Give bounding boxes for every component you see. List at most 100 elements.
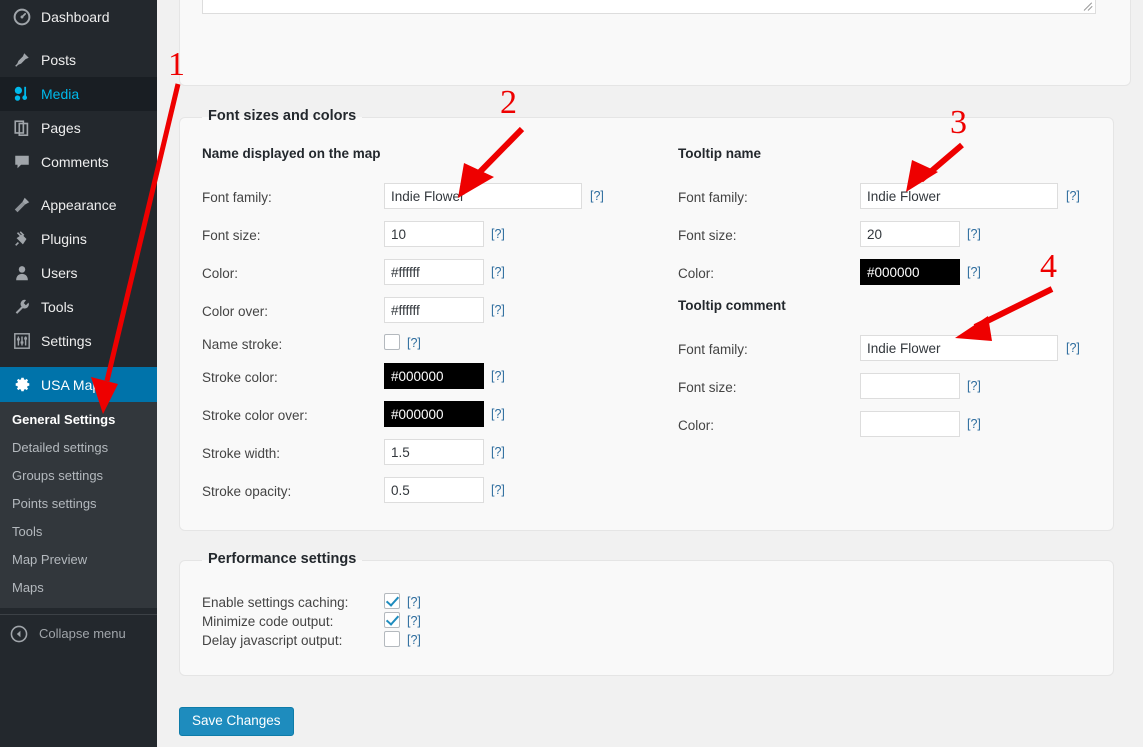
label-stroke-width: Stroke width:	[202, 446, 281, 461]
sidebar-submenu-maps[interactable]: Maps	[0, 574, 157, 602]
help-font-size[interactable]: [?]	[491, 227, 505, 241]
sidebar-item-media[interactable]: Media	[0, 77, 157, 111]
help-tooltip-comment-font-size[interactable]: [?]	[967, 379, 981, 393]
sidebar-item-users[interactable]: Users	[0, 256, 157, 290]
admin-page: Dashboard Posts Media Pages Comments App…	[0, 0, 1143, 747]
help-color-over[interactable]: [?]	[491, 303, 505, 317]
media-icon	[12, 84, 32, 104]
minimize-code-output-checkbox[interactable]	[384, 612, 400, 628]
help-tooltip-comment-font-family[interactable]: [?]	[1066, 341, 1080, 355]
help-stroke-opacity[interactable]: [?]	[491, 483, 505, 497]
custom-code-textarea[interactable]	[202, 0, 1096, 14]
help-color[interactable]: [?]	[491, 265, 505, 279]
save-changes-button[interactable]: Save Changes	[179, 707, 294, 736]
sidebar-item-appearance[interactable]: Appearance	[0, 188, 157, 222]
sidebar-submenu-points-settings[interactable]: Points settings	[0, 490, 157, 518]
help-name-stroke[interactable]: [?]	[407, 336, 421, 350]
sidebar-item-label: Users	[41, 265, 78, 281]
name-color-field[interactable]	[384, 259, 484, 285]
help-stroke-width[interactable]: [?]	[491, 445, 505, 459]
sidebar-item-usa-map[interactable]: USA Map	[0, 367, 165, 402]
help-tooltip-comment-color[interactable]: [?]	[967, 417, 981, 431]
panel-title: Performance settings	[202, 551, 363, 567]
font-sizes-and-colors-panel: Font sizes and colors Name displayed on …	[179, 108, 1114, 531]
label-tooltip-name-color: Color:	[678, 266, 715, 281]
collapse-menu-label: Collapse menu	[39, 626, 126, 641]
help-tooltip-name-font-size[interactable]: [?]	[967, 227, 981, 241]
help-enable-settings-caching[interactable]: [?]	[407, 595, 421, 609]
sidebar-item-label: Media	[41, 86, 80, 102]
tooltip-name-color-field[interactable]	[860, 259, 960, 285]
panel-title: Font sizes and colors	[202, 108, 363, 124]
sidebar-divider	[0, 358, 157, 367]
sidebar-submenu-map-preview[interactable]: Map Preview	[0, 546, 157, 574]
label-minimize-code-output: Minimize code output:	[202, 614, 334, 629]
sidebar-item-comments[interactable]: Comments	[0, 145, 157, 179]
help-stroke-color-over[interactable]: [?]	[491, 407, 505, 421]
sidebar-submenu-detailed-settings[interactable]: Detailed settings	[0, 434, 157, 462]
help-stroke-color[interactable]: [?]	[491, 369, 505, 383]
sidebar-item-dashboard[interactable]: Dashboard	[0, 0, 157, 34]
label-color-over: Color over:	[202, 304, 269, 319]
sidebar-submenu: General Settings Detailed settings Group…	[0, 402, 157, 608]
name-font-family-field[interactable]	[384, 183, 582, 209]
tooltip-name-font-size-field[interactable]	[860, 221, 960, 247]
label-tooltip-comment-color: Color:	[678, 418, 715, 433]
settings-icon	[12, 331, 32, 351]
pages-icon	[12, 118, 32, 138]
label-enable-settings-caching: Enable settings caching:	[202, 595, 349, 610]
help-delay-javascript-output[interactable]: [?]	[407, 633, 421, 647]
tooltip-name-font-family-field[interactable]	[860, 183, 1058, 209]
sidebar-item-label: Pages	[41, 120, 81, 136]
help-minimize-code-output[interactable]: [?]	[407, 614, 421, 628]
dashboard-icon	[12, 7, 32, 27]
sidebar-item-tools[interactable]: Tools	[0, 290, 157, 324]
sidebar-divider	[0, 34, 157, 43]
appearance-icon	[12, 195, 32, 215]
sidebar-item-settings[interactable]: Settings	[0, 324, 157, 358]
stroke-opacity-field[interactable]	[384, 477, 484, 503]
tooltip-comment-font-family-field[interactable]	[860, 335, 1058, 361]
label-color: Color:	[202, 266, 239, 281]
sidebar-item-label: Comments	[41, 154, 109, 170]
sidebar-submenu-general-settings[interactable]: General Settings	[0, 406, 157, 434]
sidebar-item-label: USA Map	[41, 376, 101, 393]
group-title-tooltip-name: Tooltip name	[678, 146, 761, 161]
pin-icon	[12, 50, 32, 70]
label-stroke-color-over: Stroke color over:	[202, 408, 308, 423]
group-title-tooltip-comment: Tooltip comment	[678, 298, 786, 313]
admin-sidebar: Dashboard Posts Media Pages Comments App…	[0, 0, 165, 747]
main-content: Font sizes and colors Name displayed on …	[157, 0, 1143, 747]
sidebar-item-pages[interactable]: Pages	[0, 111, 157, 145]
name-font-size-field[interactable]	[384, 221, 484, 247]
help-tooltip-name-font-family[interactable]: [?]	[1066, 189, 1080, 203]
name-color-over-field[interactable]	[384, 297, 484, 323]
sidebar-submenu-groups-settings[interactable]: Groups settings	[0, 462, 157, 490]
tooltip-comment-color-field[interactable]	[860, 411, 960, 437]
enable-settings-caching-checkbox[interactable]	[384, 593, 400, 609]
sidebar-submenu-tools[interactable]: Tools	[0, 518, 157, 546]
collapse-menu-button[interactable]: Collapse menu	[0, 614, 157, 652]
sidebar-item-label: Dashboard	[41, 9, 110, 25]
sidebar-item-plugins[interactable]: Plugins	[0, 222, 157, 256]
label-stroke-color: Stroke color:	[202, 370, 278, 385]
stroke-width-field[interactable]	[384, 439, 484, 465]
sidebar-item-label: Settings	[41, 333, 92, 349]
name-stroke-checkbox[interactable]	[384, 334, 400, 350]
comments-icon	[12, 152, 32, 172]
label-name-stroke: Name stroke:	[202, 337, 283, 352]
help-tooltip-name-color[interactable]: [?]	[967, 265, 981, 279]
delay-javascript-output-checkbox[interactable]	[384, 631, 400, 647]
label-delay-javascript-output: Delay javascript output:	[202, 633, 343, 648]
tooltip-comment-font-size-field[interactable]	[860, 373, 960, 399]
stroke-color-over-field[interactable]	[384, 401, 484, 427]
help-font-family[interactable]: [?]	[590, 189, 604, 203]
users-icon	[12, 263, 32, 283]
label-stroke-opacity: Stroke opacity:	[202, 484, 292, 499]
tools-icon	[12, 297, 32, 317]
sidebar-item-label: Tools	[41, 299, 74, 315]
stroke-color-field[interactable]	[384, 363, 484, 389]
sidebar-divider	[0, 179, 157, 188]
sidebar-item-posts[interactable]: Posts	[0, 43, 157, 77]
sidebar-item-label: Posts	[41, 52, 77, 68]
